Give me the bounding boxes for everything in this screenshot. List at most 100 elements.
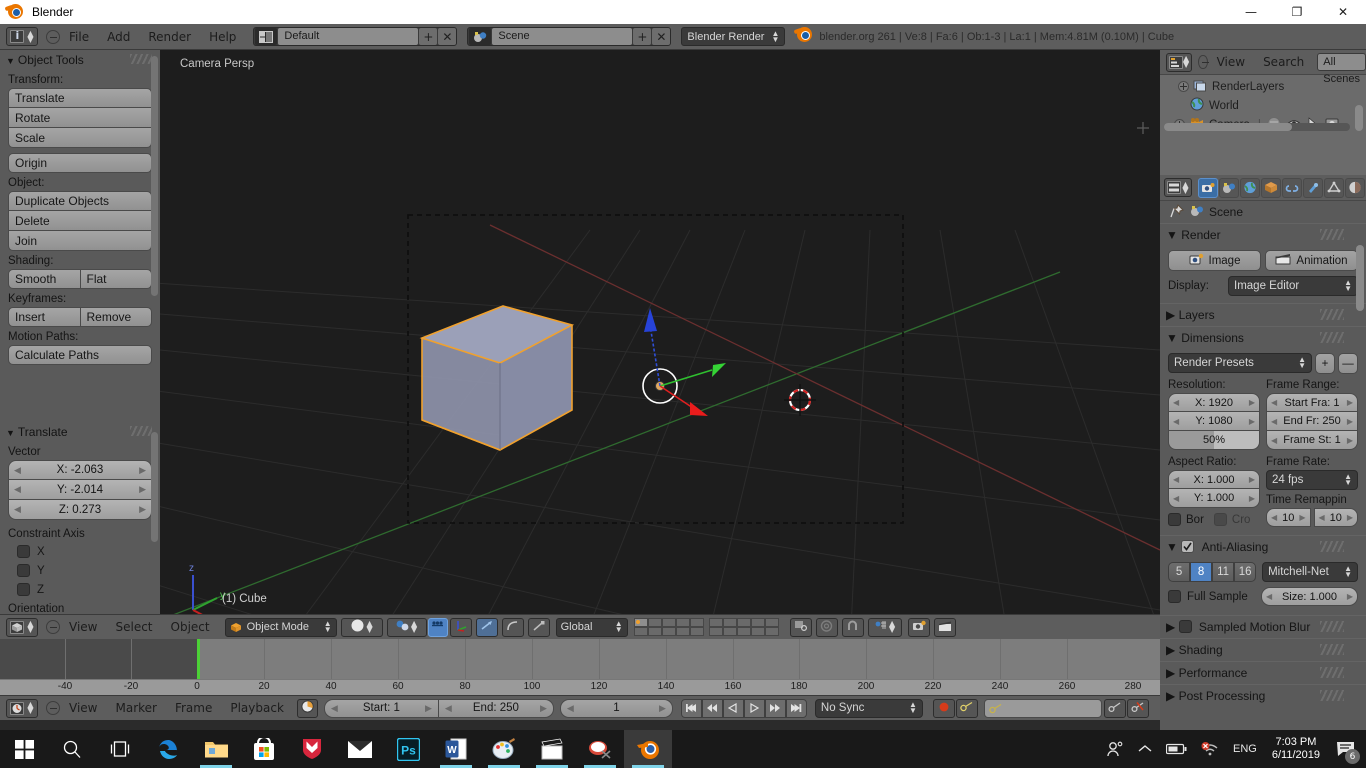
rotate-button[interactable]: Rotate [8,108,152,128]
remove-preset-button[interactable]: — [1338,353,1358,374]
windows-start-icon[interactable] [0,730,48,768]
previous-keyframe-button[interactable] [701,698,723,718]
outliner-search-menu[interactable]: Search [1254,52,1313,72]
aspect-x-field[interactable]: ◀ X: 1.000 ▶ [1168,470,1260,489]
frame-step-field[interactable]: ◀ Frame St: 1 ▶ [1266,431,1358,450]
timeline-playhead[interactable] [197,639,200,681]
add-screen-button[interactable]: + [419,28,438,45]
delete-scene-button[interactable]: ✕ [652,28,671,45]
layers-panel-header[interactable]: ▶ Layers [1160,303,1366,326]
border-checkbox[interactable] [1168,513,1181,526]
outliner-row-renderlayers[interactable]: RenderLayers [1160,77,1366,96]
aa-samples-16[interactable]: 16 [1234,562,1257,582]
menu-help[interactable]: Help [200,27,245,47]
origin-button[interactable]: Origin [8,153,152,173]
word-icon[interactable]: W [432,730,480,768]
display-mode-dropdown[interactable]: Image Editor ▲ ▼ [1228,276,1358,296]
delete-screen-button[interactable]: ✕ [438,28,457,45]
auto-keying-button[interactable] [932,698,955,718]
aa-samples-5[interactable]: 5 [1168,562,1191,582]
performance-panel-header[interactable]: ▶ Performance [1160,661,1366,684]
outliner-vertical-scrollbar[interactable] [1355,105,1363,131]
paint-icon[interactable] [480,730,528,768]
collapse-menu-icon[interactable] [46,29,60,44]
file-explorer-icon[interactable] [192,730,240,768]
insert-keyframe-button[interactable]: Insert [8,307,81,327]
screen-layout-value[interactable]: Default [278,28,419,45]
aa-size-field[interactable]: ◀ Size: 1.000 ▶ [1261,587,1358,606]
scale-button[interactable]: Scale [8,128,152,148]
aa-samples-segmented[interactable]: 5 8 11 16 [1168,562,1257,582]
decrement-arrow-icon[interactable]: ◀ [14,504,21,515]
edge-icon[interactable] [144,730,192,768]
menu-add[interactable]: Add [98,27,139,47]
battery-icon[interactable] [1159,743,1194,755]
jump-to-start-button[interactable] [680,698,702,718]
increment-arrow-icon[interactable]: ▶ [1249,475,1255,484]
language-indicator[interactable]: ENG [1226,743,1264,755]
resolution-y-field[interactable]: ◀ Y: 1080 ▶ [1168,412,1260,431]
shade-flat-button[interactable]: Flat [80,269,152,289]
properties-editor-type-button[interactable]: ▲ ▼ [1164,178,1192,197]
increment-arrow-icon[interactable]: ▶ [1299,513,1305,522]
next-keyframe-button[interactable] [764,698,786,718]
jump-to-end-button[interactable] [785,698,807,718]
play-button[interactable] [743,698,765,718]
add-keying-set-button[interactable] [1103,698,1126,718]
object-tab-icon[interactable] [1261,177,1281,198]
remove-keying-set-button[interactable] [1126,698,1149,718]
task-view-icon[interactable] [96,730,144,768]
collapse-menu-icon[interactable] [46,701,60,715]
increment-arrow-icon[interactable]: ▶ [1249,398,1255,407]
outliner-display-mode[interactable]: All Scenes [1317,53,1366,85]
constraint-axis-x-row[interactable]: X [0,542,160,561]
timeline-playback-menu[interactable]: Playback [221,698,293,718]
snipping-tool-icon[interactable] [576,730,624,768]
sampled-motion-blur-panel-header[interactable]: ▶ Sampled Motion Blur [1160,615,1366,638]
render-animation-button[interactable]: Animation [1265,250,1358,271]
render-engine-selector[interactable]: Blender Render ▲ ▼ [681,27,786,46]
render-tab-icon[interactable] [1198,177,1218,198]
outliner-view-menu[interactable]: View [1208,52,1254,72]
render-presets-dropdown[interactable]: Render Presets ▲ ▼ [1168,353,1312,373]
resolution-x-field[interactable]: ◀ X: 1920 ▶ [1168,393,1260,412]
increment-arrow-icon[interactable]: ▶ [1347,398,1353,407]
collapse-menu-icon[interactable] [1198,55,1210,69]
modifiers-tab-icon[interactable] [1303,177,1323,198]
antialiasing-panel-header[interactable]: ▼ Anti-Aliasing [1160,535,1366,558]
outliner-editor-type-button[interactable]: ▲ ▼ [1166,52,1193,72]
material-tab-icon[interactable] [1345,177,1365,198]
antivirus-shield-icon[interactable] [288,730,336,768]
timeline-ruler[interactable]: -40 -20 0 20 40 60 80 100 120 140 160 18… [0,679,1160,695]
minimize-button[interactable]: — [1228,0,1274,24]
toolshelf-scrollbar[interactable] [151,56,158,296]
menu-file[interactable]: File [60,27,98,47]
maximize-button[interactable]: ❐ [1274,0,1320,24]
vector-y-field[interactable]: ◀ Y: -2.014 ▶ [8,480,152,500]
timeline-track-area[interactable]: -40 -20 0 20 40 60 80 100 120 140 160 18… [0,639,1160,695]
checkbox-icon[interactable] [17,564,30,577]
properties-scrollbar[interactable] [1356,245,1364,311]
duplicate-objects-button[interactable]: Duplicate Objects [8,191,152,211]
show-hidden-icons-chevron[interactable] [1131,744,1159,754]
frame-start-field[interactable]: ◀ Start Fra: 1 ▶ [1266,393,1358,412]
shading-panel-header[interactable]: ▶ Shading [1160,638,1366,661]
timeline-editor-type-button[interactable]: ▲ ▼ [6,698,38,718]
vector-z-field[interactable]: ◀ Z: 0.273 ▶ [8,500,152,520]
increment-arrow-icon[interactable]: ▶ [139,484,146,495]
decrement-arrow-icon[interactable]: ◀ [445,703,452,714]
info-editor-type-button[interactable]: ▲▼ [6,27,38,46]
decrement-arrow-icon[interactable]: ◀ [14,465,21,476]
scene-name-value[interactable]: Scene [492,28,633,45]
frame-rate-dropdown[interactable]: 24 fps ▲ ▼ [1266,470,1358,490]
keying-set-field[interactable] [983,698,1102,718]
join-button[interactable]: Join [8,231,152,251]
aa-samples-8[interactable]: 8 [1190,562,1213,582]
translate-panel-scrollbar[interactable] [151,432,158,542]
outliner-row-world[interactable]: World [1160,96,1366,115]
increment-arrow-icon[interactable]: ▶ [1347,417,1353,426]
decrement-arrow-icon[interactable]: ◀ [14,484,21,495]
increment-arrow-icon[interactable]: ▶ [139,465,146,476]
antialiasing-checkbox[interactable] [1181,540,1195,553]
world-tab-icon[interactable] [1240,177,1260,198]
